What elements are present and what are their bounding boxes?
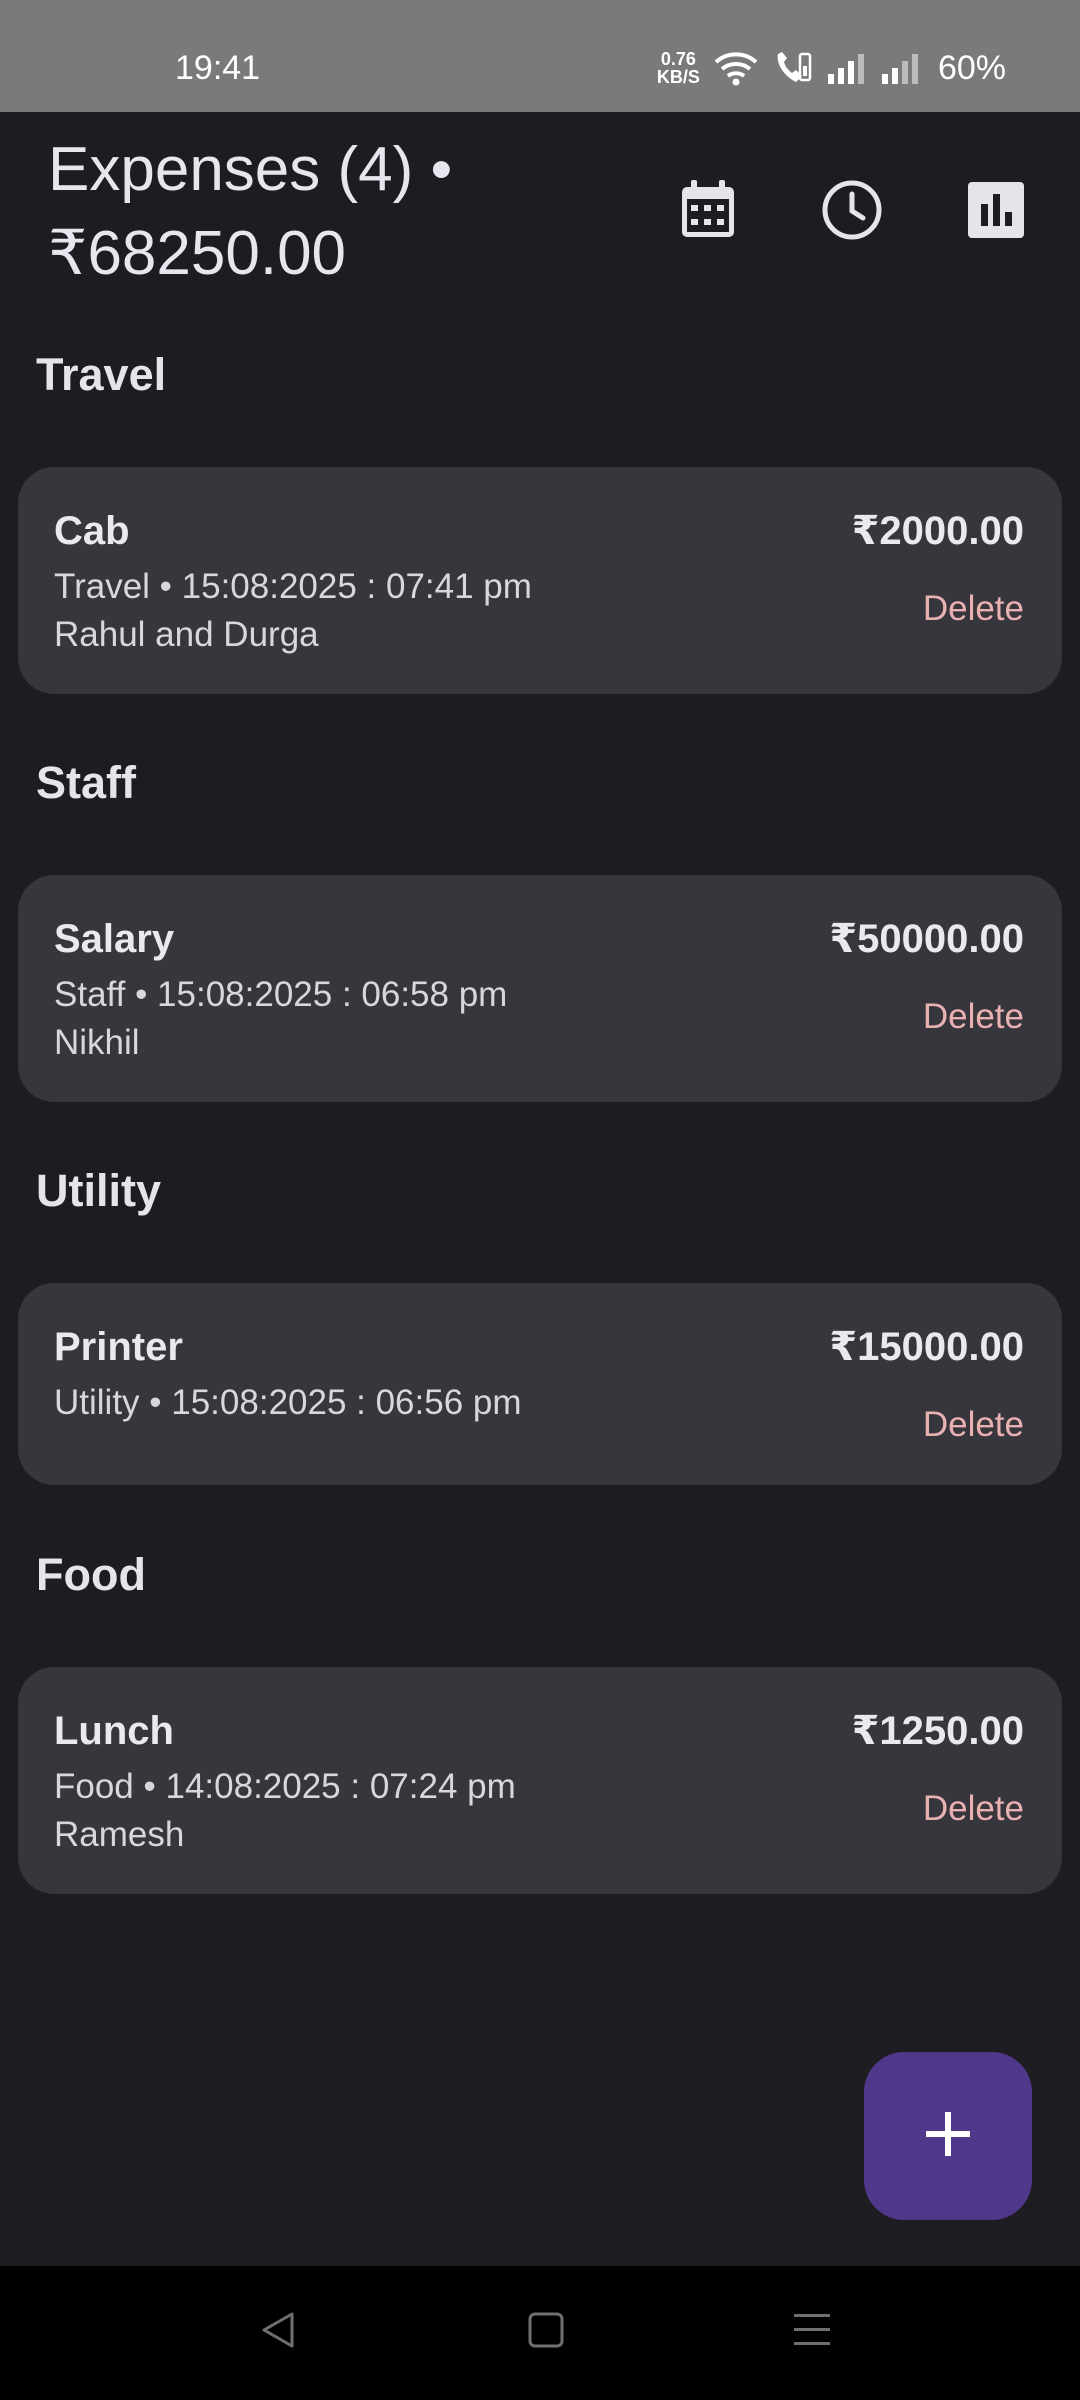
system-navigation-bar [0,2266,1080,2400]
delete-button[interactable]: Delete [923,1401,1024,1449]
section-title-utility: Utility [36,1165,162,1216]
expense-name: Lunch [54,1709,174,1753]
status-time: 19:41 [175,49,261,87]
expense-meta: Utility • 15:08:2025 : 06:56 pm [54,1379,522,1427]
expense-meta: Food • 14:08:2025 : 07:24 pm Ramesh [54,1763,516,1859]
expense-card[interactable]: Cab Travel • 15:08:2025 : 07:41 pm Rahul… [18,467,1062,694]
app-header: Expenses (4) • ₹68250.00 [0,112,1080,312]
expense-card[interactable]: Lunch Food • 14:08:2025 : 07:24 pm Rames… [18,1667,1062,1894]
expense-amount: ₹1250.00 [851,1709,1024,1753]
expense-note: Ramesh [54,1815,185,1854]
expense-card[interactable]: Printer Utility • 15:08:2025 : 06:56 pm … [18,1283,1062,1485]
recents-icon [792,2310,832,2355]
clock-icon [821,179,883,246]
history-button[interactable] [804,164,900,260]
nav-home-button[interactable] [506,2302,586,2362]
delete-button[interactable]: Delete [923,1785,1024,1833]
expense-name: Cab [54,509,130,553]
expense-amount: ₹50000.00 [829,917,1024,961]
expense-meta: Staff • 15:08:2025 : 06:58 pm Nikhil [54,971,507,1067]
calendar-icon [679,179,737,246]
expense-category-date: Utility • 15:08:2025 : 06:56 pm [54,1383,522,1422]
battery-level: 60% [937,49,1006,87]
status-icons: 0.76 KB/S 60% [657,46,1006,90]
section-title-staff: Staff [36,757,136,808]
expense-card[interactable]: Salary Staff • 15:08:2025 : 06:58 pm Nik… [18,875,1062,1102]
page-title: Expenses (4) • ₹68250.00 [48,135,453,288]
add-expense-button[interactable] [864,2052,1032,2220]
network-speed: 0.76 KB/S [657,50,700,86]
nav-back-button[interactable] [238,2302,318,2362]
section-title-travel: Travel [36,349,167,400]
expense-name: Printer [54,1325,183,1369]
expense-note: Rahul and Durga [54,615,319,654]
expense-category-date: Staff • 15:08:2025 : 06:58 pm [54,975,508,1014]
expense-amount: ₹15000.00 [829,1325,1024,1369]
signal-icon [880,52,920,84]
delete-button[interactable]: Delete [923,585,1024,633]
status-bar: 19:41 0.76 KB/S 60% [0,0,1080,112]
delete-button[interactable]: Delete [923,993,1024,1041]
statistics-button[interactable] [948,164,1044,260]
bar-chart-icon [968,181,1024,243]
wifi-icon [714,50,758,86]
home-icon [526,2310,566,2355]
expense-note: Nikhil [54,1023,140,1062]
signal-icon [826,52,866,84]
expense-amount: ₹2000.00 [851,509,1024,553]
expense-name: Salary [54,917,175,961]
expense-category-date: Travel • 15:08:2025 : 07:41 pm [54,567,532,606]
network-speed-value: 0.76 [660,49,696,69]
nav-recents-button[interactable] [772,2302,852,2362]
section-title-food: Food [36,1549,146,1600]
calendar-button[interactable] [660,164,756,260]
wifi-call-icon [772,50,812,86]
expense-category-date: Food • 14:08:2025 : 07:24 pm [54,1767,516,1806]
network-speed-unit: KB/S [656,67,700,87]
back-icon [258,2310,298,2355]
plus-icon [924,2110,972,2163]
expense-meta: Travel • 15:08:2025 : 07:41 pm Rahul and… [54,563,532,659]
